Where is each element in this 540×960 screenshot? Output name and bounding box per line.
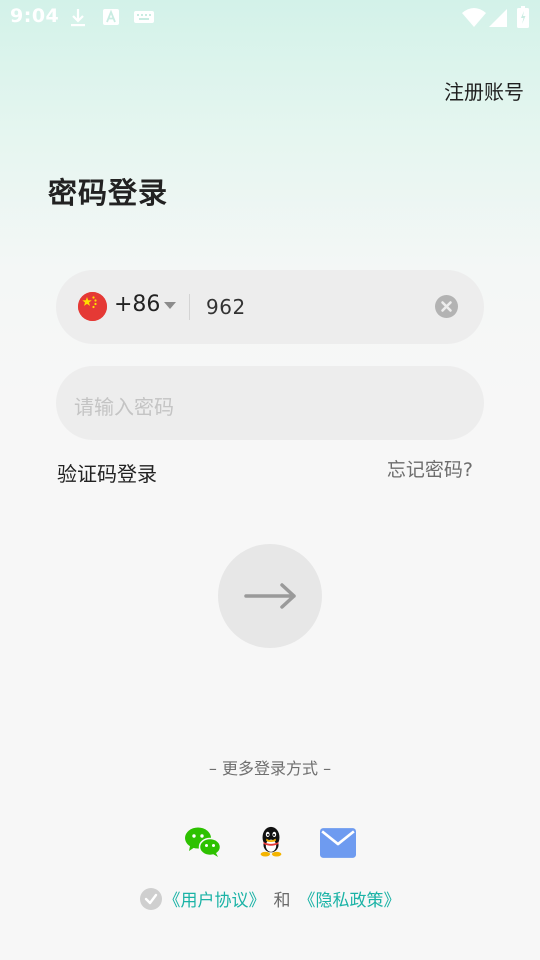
privacy-policy-link[interactable]: 《隐私政策》 — [299, 886, 401, 911]
user-agreement-link[interactable]: 《用户协议》 — [164, 886, 266, 911]
login-submit-button[interactable] — [218, 544, 322, 648]
phone-input[interactable]: 962 — [206, 295, 246, 319]
chevron-down-icon[interactable] — [164, 302, 176, 309]
qq-icon[interactable] — [253, 825, 289, 857]
page-title: 密码登录 — [48, 176, 169, 210]
sms-code-login-link[interactable]: 验证码登录 — [57, 458, 157, 487]
check-icon — [144, 893, 157, 904]
wechat-icon[interactable] — [185, 826, 221, 858]
forgot-password-link[interactable]: 忘记密码? — [387, 455, 473, 482]
more-login-methods-label: – 更多登录方式 – — [208, 759, 332, 778]
password-field[interactable]: 请输入密码 — [56, 366, 484, 440]
arrow-right-icon — [244, 583, 296, 609]
signal-icon — [489, 9, 507, 27]
status-time: 9:04 — [10, 5, 60, 27]
a-notification-icon — [103, 9, 119, 25]
clear-icon[interactable] — [435, 295, 458, 318]
email-icon[interactable] — [320, 827, 356, 859]
download-icon — [71, 9, 85, 27]
divider — [189, 294, 190, 320]
agreement-checkbox[interactable] — [139, 887, 162, 910]
wifi-icon — [462, 8, 486, 27]
and-text: 和 — [273, 891, 291, 911]
keyboard-icon — [134, 11, 154, 23]
agreement-row: 《用户协议》和《隐私政策》 — [0, 886, 540, 911]
phone-field[interactable]: +86 962 — [56, 270, 484, 344]
register-account-link[interactable]: 注册账号 — [444, 76, 524, 105]
battery-icon — [517, 6, 529, 28]
country-code[interactable]: +86 — [114, 292, 160, 317]
china-flag-icon[interactable] — [78, 292, 107, 321]
password-input[interactable]: 请输入密码 — [74, 391, 174, 420]
